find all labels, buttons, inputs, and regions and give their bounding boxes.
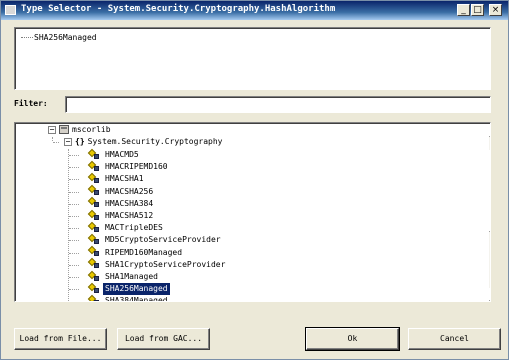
tree-scrollbar[interactable]: ▲ ▼ <box>489 124 490 301</box>
type-label: HMACSHA384 <box>105 198 154 208</box>
class-icon <box>87 209 100 221</box>
tree-guide <box>69 203 79 205</box>
tree-guide <box>69 179 79 181</box>
tree-node-type[interactable]: MACTripleDES <box>87 221 165 234</box>
type-label: HMACSHA1 <box>105 174 144 184</box>
class-icon <box>87 282 100 294</box>
class-icon <box>87 221 100 233</box>
type-label: HMACRIPEMD160 <box>105 162 168 172</box>
namespace-icon: {} <box>75 137 85 146</box>
tree-node-type[interactable]: SHA1CryptoServiceProvider <box>87 258 227 271</box>
scroll-down-button[interactable]: ▼ <box>489 288 490 301</box>
tree-node-type[interactable]: SHA256Managed <box>87 282 171 297</box>
assembly-label: mscorlib <box>72 125 111 134</box>
tree-node-type[interactable]: HMACMD5 <box>87 148 141 161</box>
class-icon <box>87 172 100 184</box>
namespace-label: System.Security.Cryptography <box>87 137 223 146</box>
window-title: Type Selector - System.Security.Cryptogr… <box>21 4 336 14</box>
load-from-file-button[interactable]: Load from File... <box>14 328 107 350</box>
selected-type-node[interactable]: SHA256Managed <box>21 33 97 42</box>
tree-node-type[interactable]: SHA1Managed <box>87 270 160 283</box>
tree-guide <box>69 289 79 291</box>
tree-guide <box>69 216 79 217</box>
type-label: HMACMD5 <box>105 150 139 159</box>
class-icon <box>87 148 100 160</box>
tree-node-type[interactable]: HMACSHA256 <box>87 184 155 198</box>
class-icon <box>87 233 100 245</box>
tree-guide <box>69 277 79 278</box>
ok-button[interactable]: Ok <box>305 327 400 351</box>
tree-node-type[interactable]: HMACSHA384 <box>87 197 155 210</box>
type-label: SHA1Managed <box>105 272 158 281</box>
tree-guide <box>69 264 79 266</box>
tree-guide <box>53 142 59 143</box>
tree-node-type[interactable]: SHA384Managed <box>87 294 170 302</box>
class-icon <box>87 160 100 172</box>
close-button[interactable]: × <box>489 4 502 16</box>
tree-node-namespace[interactable]: {} System.Security.Cryptography <box>75 136 223 148</box>
namespace-expander[interactable]: − <box>64 138 72 146</box>
minimize-button[interactable]: _ <box>457 4 470 16</box>
tree-guide <box>69 301 79 302</box>
tree-node-assembly[interactable]: mscorlib <box>59 124 111 136</box>
class-icon <box>87 197 100 208</box>
class-icon <box>87 258 100 269</box>
tree-guide <box>68 149 69 301</box>
tree-guide <box>52 137 53 141</box>
type-label: HMACSHA256 <box>105 186 154 196</box>
tree-guide <box>69 228 79 230</box>
tree-node-type[interactable]: HMACRIPEMD160 <box>87 160 170 173</box>
cancel-button[interactable]: Cancel <box>408 328 501 350</box>
class-icon <box>87 270 100 282</box>
tree-node-type[interactable]: RIPEMD160Managed <box>87 245 184 259</box>
maximize-button[interactable]: □ <box>471 4 484 16</box>
tree-guide <box>69 167 79 169</box>
type-label: MACTripleDES <box>105 223 163 233</box>
type-tree[interactable]: − mscorlib − {} System.Security.Cryptogra… <box>14 122 491 302</box>
type-label: SHA384Managed <box>105 296 168 302</box>
class-icon <box>87 294 100 301</box>
assembly-icon <box>59 125 69 134</box>
type-label: SHA1CryptoServiceProvider <box>105 259 226 269</box>
tree-node-type[interactable]: HMACSHA1 <box>87 172 146 185</box>
class-icon <box>87 184 100 196</box>
tree-node-type[interactable]: HMACSHA512 <box>87 209 155 222</box>
tree-connector <box>21 37 33 38</box>
title-bar[interactable]: Type Selector - System.Security.Cryptogr… <box>1 1 508 20</box>
tree-node-type[interactable]: MD5CryptoServiceProvider <box>87 233 223 246</box>
type-label: MD5CryptoServiceProvider <box>105 235 221 245</box>
tree-guide <box>69 240 79 242</box>
filter-label: Filter: <box>14 99 48 108</box>
type-label: RIPEMD160Managed <box>105 247 183 257</box>
selected-type-panel[interactable]: SHA256Managed <box>14 27 491 90</box>
type-label: SHA256Managed <box>102 282 171 297</box>
selected-type-label: SHA256Managed <box>34 33 97 42</box>
class-icon <box>87 245 100 257</box>
tree-guide <box>69 155 79 156</box>
tree-guide <box>69 191 79 193</box>
tree-guide <box>69 252 79 254</box>
type-label: HMACSHA512 <box>105 211 154 220</box>
filter-input[interactable] <box>65 96 491 113</box>
type-selector-window: Type Selector - System.Security.Cryptogr… <box>0 0 509 360</box>
assembly-expander[interactable]: − <box>48 126 56 134</box>
scroll-up-button[interactable]: ▲ <box>489 124 490 137</box>
scroll-thumb[interactable] <box>489 150 490 232</box>
load-from-gac-button[interactable]: Load from GAC... <box>117 328 210 350</box>
app-icon <box>5 5 16 15</box>
